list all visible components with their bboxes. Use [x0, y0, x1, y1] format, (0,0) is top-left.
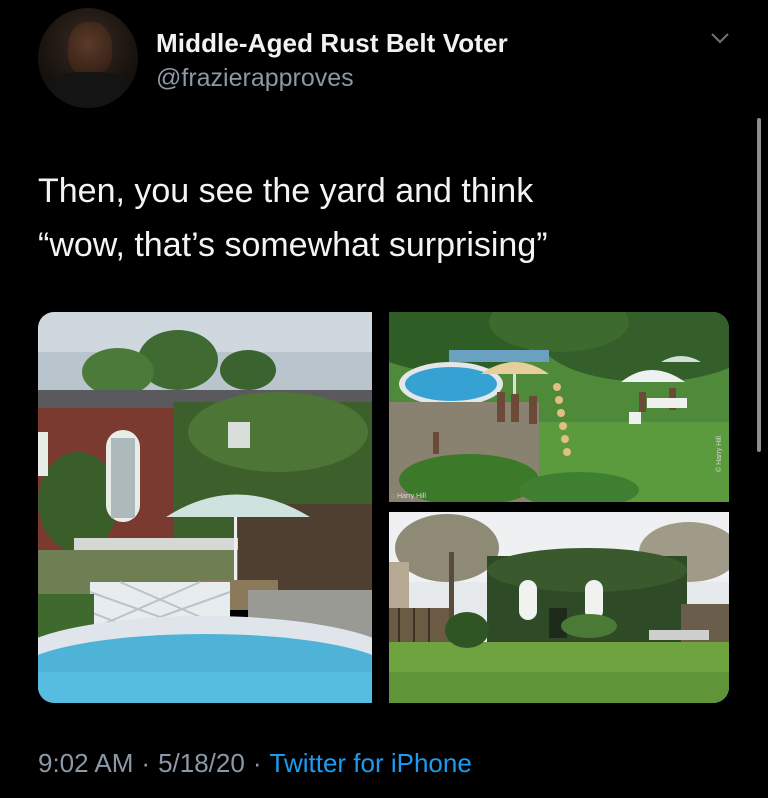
scrollbar[interactable] [757, 118, 761, 452]
avatar-face [68, 22, 112, 76]
tweet-date[interactable]: 5/18/20 [158, 748, 245, 778]
chevron-down-icon[interactable] [708, 26, 732, 50]
avatar-shoulders [46, 72, 132, 108]
tweet-time[interactable]: 9:02 AM [38, 748, 133, 778]
tweet-metadata: 9:02 AM · 5/18/20 · Twitter for iPhone [38, 748, 472, 779]
tweet-text: Then, you see the yard and think “wow, t… [38, 172, 548, 264]
meta-separator: · [141, 748, 151, 778]
svg-text:◌ Harry Hill: ◌ Harry Hill [391, 493, 426, 500]
avatar[interactable] [38, 8, 138, 108]
author-display-name[interactable]: Middle-Aged Rust Belt Voter [156, 28, 508, 59]
meta-separator: · [252, 748, 262, 778]
tweet-media-grid: ◌ Harry Hill © Harry Hill [38, 312, 729, 703]
photo-house-with-pool[interactable] [38, 312, 372, 703]
photo-ivy-covered-house[interactable] [389, 512, 729, 703]
author-handle[interactable]: @frazierapproves [156, 64, 354, 93]
tweet-source-link[interactable]: Twitter for iPhone [270, 748, 472, 778]
photo-backyard-party[interactable]: ◌ Harry Hill © Harry Hill [389, 312, 729, 502]
svg-text:© Harry Hill: © Harry Hill [715, 436, 723, 472]
